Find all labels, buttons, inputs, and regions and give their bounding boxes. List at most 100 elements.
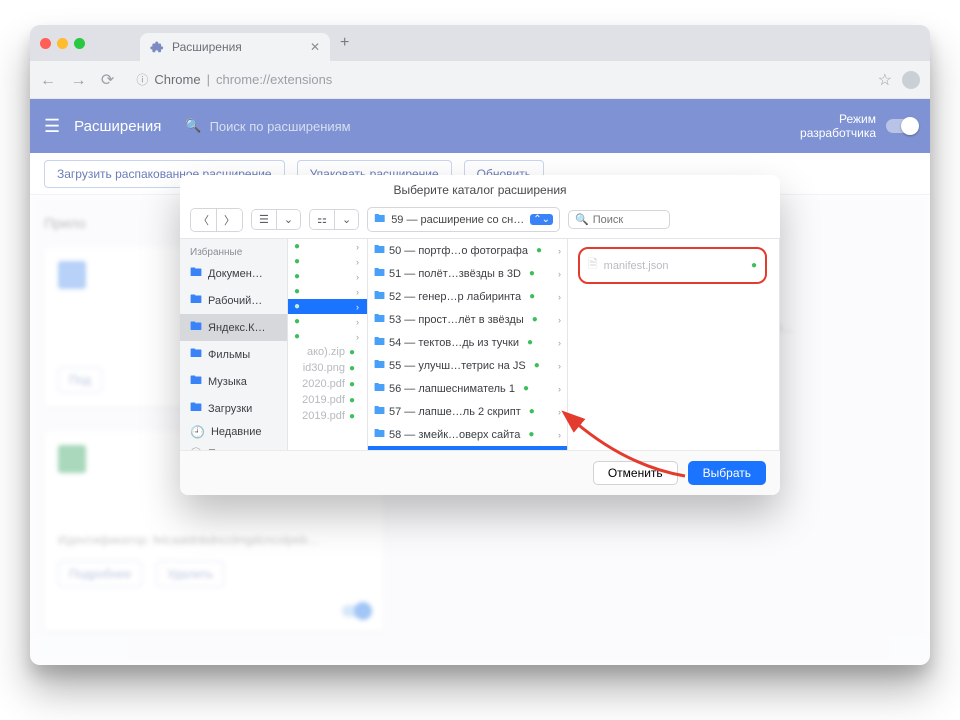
list-item[interactable]: ●› <box>288 239 367 254</box>
search-input[interactable] <box>210 119 470 134</box>
new-tab-button[interactable]: + <box>340 34 349 52</box>
list-item[interactable]: 🖿51 — полёт…звёзды в 3D●› <box>368 262 567 285</box>
list-item[interactable]: 🖿58 — змейк…оверх сайта●› <box>368 423 567 446</box>
back-button[interactable]: ← <box>40 72 56 89</box>
sync-check-icon: ● <box>528 429 534 440</box>
dev-mode-label-1: Режим <box>800 112 876 126</box>
folder-icon: 🖿 <box>374 333 385 352</box>
minimize-window-button[interactable] <box>57 38 68 49</box>
sidebar-item-recents[interactable]: 🕘Недавние <box>180 422 287 442</box>
remove-button[interactable]: Удалить <box>156 561 224 587</box>
details-button[interactable]: Подробнее <box>58 561 142 587</box>
sync-check-icon: ● <box>532 314 538 325</box>
sidebar-item-movies[interactable]: 🖿Фильмы <box>180 341 287 368</box>
list-item[interactable]: 2020.pdf● <box>288 376 367 392</box>
list-item[interactable]: 🖿57 — лапше…ль 2 скрипт●› <box>368 400 567 423</box>
chevron-down-icon[interactable]: ⌄ <box>334 210 358 229</box>
nav-forward-button[interactable]: 〉 <box>216 209 242 231</box>
file-label: 53 — прост…лёт в звёзды <box>389 314 524 326</box>
extensions-search[interactable]: 🔍 <box>185 118 469 134</box>
folder-icon: 🖿 <box>190 398 202 419</box>
search-icon: 🔍 <box>185 118 201 134</box>
close-window-button[interactable] <box>40 38 51 49</box>
page-title: Расширения <box>74 118 161 135</box>
folder-icon: 🖿 <box>374 379 385 398</box>
list-item[interactable]: ако).zip● <box>288 344 367 360</box>
site-info-icon[interactable]: ⓘ <box>136 71 148 88</box>
forward-button[interactable]: → <box>70 72 86 89</box>
finder-columns: Избранные 🖿Докумен… 🖿Рабочий… 🖿Яндекс.К…… <box>180 238 780 450</box>
list-item[interactable]: 🖿53 — прост…лёт в звёзды●› <box>368 308 567 331</box>
list-item[interactable]: 🖿54 — тектов…дь из тучки●› <box>368 331 567 354</box>
finder-column-3[interactable]: 🗎 manifest.json ● <box>568 239 780 450</box>
sidebar-item-applications[interactable]: ⒶПрограм… <box>180 442 287 450</box>
finder-column-2[interactable]: 🖿50 — портф…о фотографа●›🖿51 — полёт…звё… <box>368 239 568 450</box>
list-item[interactable]: 🖿50 — портф…о фотографа●› <box>368 239 567 262</box>
search-input[interactable] <box>593 214 663 226</box>
choose-button[interactable]: Выбрать <box>688 461 766 485</box>
omnibox-url: chrome://extensions <box>216 72 332 87</box>
sidebar-item-desktop[interactable]: 🖿Рабочий… <box>180 287 287 314</box>
browser-tab[interactable]: Расширения ✕ <box>140 33 330 61</box>
manifest-filename[interactable]: manifest.json <box>604 260 669 272</box>
sidebar-item-downloads[interactable]: 🖿Загрузки <box>180 395 287 422</box>
folder-icon: 🖿 <box>190 317 202 338</box>
menu-icon[interactable]: ☰ <box>44 116 60 137</box>
list-item[interactable]: 🖿56 — лапшесниматель 1●› <box>368 377 567 400</box>
profile-avatar[interactable] <box>902 71 920 89</box>
dialog-title: Выберите каталог расширения <box>180 175 780 203</box>
sync-check-icon: ● <box>751 260 757 271</box>
list-item[interactable]: ●› <box>288 329 367 344</box>
omnibox[interactable]: ⓘ Chrome | chrome://extensions <box>136 71 332 88</box>
app-icon <box>58 261 86 289</box>
sidebar-item-yandex[interactable]: 🖿Яндекс.К… <box>180 314 287 341</box>
card-toggle[interactable] <box>342 605 370 617</box>
sidebar-item-music[interactable]: 🖿Музыка <box>180 368 287 395</box>
sync-check-icon: ● <box>529 406 535 417</box>
bookmark-star-icon[interactable]: ☆ <box>878 70 892 90</box>
sidebar-item-documents[interactable]: 🖿Докумен… <box>180 260 287 287</box>
file-label: 54 — тектов…дь из тучки <box>389 337 519 349</box>
details-button[interactable]: Под <box>58 367 102 393</box>
nav-buttons: ← → ⟳ <box>40 70 124 90</box>
chevron-right-icon: › <box>558 338 561 348</box>
list-item[interactable]: ●› <box>288 299 367 314</box>
list-item[interactable]: 2019.pdf● <box>288 392 367 408</box>
grid-view-icon[interactable]: ⚏ <box>310 210 334 229</box>
cancel-button[interactable]: Отменить <box>593 461 678 485</box>
file-icon: 🗎 <box>588 255 598 276</box>
list-item[interactable]: 🖿59 — расши…нежинками●› <box>368 446 567 450</box>
list-item[interactable]: 2019.pdf● <box>288 408 367 424</box>
path-dropdown[interactable]: 🖿 59 — расширение со сн… ⌃⌄ <box>367 207 560 232</box>
list-item[interactable]: ●› <box>288 314 367 329</box>
finder-search[interactable]: 🔍 <box>568 210 670 229</box>
folder-icon: 🖿 <box>374 448 385 450</box>
zoom-window-button[interactable] <box>74 38 85 49</box>
group-segment[interactable]: ⚏ ⌄ <box>309 209 359 230</box>
folder-icon: 🖿 <box>190 263 202 284</box>
address-bar: ← → ⟳ ⓘ Chrome | chrome://extensions ☆ <box>30 61 930 99</box>
view-mode-segment[interactable]: ☰ ⌄ <box>251 209 301 230</box>
dialog-footer: Отменить Выбрать <box>180 450 780 495</box>
app-icon <box>58 445 86 473</box>
list-item[interactable]: 🖿55 — улучш…тетрис на JS●› <box>368 354 567 377</box>
list-item[interactable]: 🖿52 — генер…р лабиринта●› <box>368 285 567 308</box>
finder-column-1[interactable]: ●› ●› ●› ●› ●› ●› ●› ако).zip● id30.png●… <box>288 239 368 450</box>
folder-icon: 🖿 <box>374 402 385 421</box>
close-tab-icon[interactable]: ✕ <box>310 40 320 54</box>
folder-icon: 🖿 <box>374 310 385 329</box>
path-label: 59 — расширение со сн… <box>391 214 524 226</box>
list-item[interactable]: id30.png● <box>288 360 367 376</box>
chevron-down-icon[interactable]: ⌄ <box>276 210 300 229</box>
list-item[interactable]: ●› <box>288 284 367 299</box>
columns-view-icon[interactable]: ☰ <box>252 210 276 229</box>
reload-button[interactable]: ⟳ <box>101 72 114 89</box>
developer-mode-toggle[interactable]: Режим разработчика <box>800 112 916 141</box>
toggle-switch[interactable] <box>886 119 916 133</box>
list-item[interactable]: ●› <box>288 269 367 284</box>
folder-icon: 🖿 <box>374 210 385 229</box>
chevron-right-icon: › <box>558 269 561 279</box>
nav-back-forward[interactable]: 〈 〉 <box>190 208 243 232</box>
list-item[interactable]: ●› <box>288 254 367 269</box>
nav-back-button[interactable]: 〈 <box>191 209 216 231</box>
